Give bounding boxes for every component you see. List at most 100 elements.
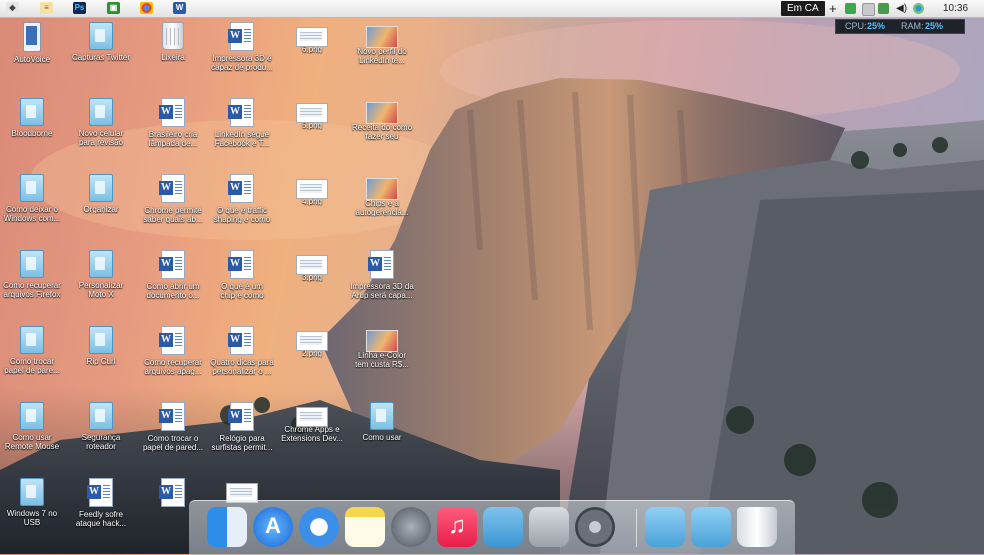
photoshop-app-icon[interactable]: Ps bbox=[73, 2, 86, 14]
greenshot-app-icon[interactable]: ▣ bbox=[107, 2, 120, 14]
desktop-icon[interactable]: 2.png bbox=[280, 326, 344, 358]
desktop-icon-label: Como trocar o papel de pared... bbox=[142, 434, 204, 452]
desktop-icon[interactable]: 5.png bbox=[280, 98, 344, 130]
desktop-icon-label: Quatro dicas para personalizar o ... bbox=[210, 358, 274, 376]
desktop-icon-label: Como recuperar arquivos Firefox bbox=[3, 281, 61, 299]
language-indicator[interactable]: Em CA bbox=[781, 1, 825, 16]
desktop-icon-label: Como abrir um documento o... bbox=[146, 282, 200, 300]
apple-logo-icon[interactable] bbox=[529, 507, 569, 547]
folder-file-icon bbox=[370, 402, 394, 430]
word-file-icon bbox=[228, 326, 254, 355]
word-file-icon bbox=[87, 478, 113, 507]
word-app-icon[interactable]: ◆ bbox=[6, 2, 19, 14]
trash-icon[interactable] bbox=[737, 507, 777, 547]
word-file-icon bbox=[228, 22, 254, 51]
desktop-icon[interactable]: Feedly sofre ataque hack... bbox=[69, 478, 133, 528]
itunes-icon[interactable]: ♫ bbox=[437, 507, 477, 547]
word-document-app-icon[interactable]: W bbox=[173, 2, 186, 14]
desktop-icon[interactable]: Como deixar o Windows com... bbox=[0, 174, 64, 223]
desktop-icon[interactable]: Bloodborne bbox=[0, 98, 64, 138]
finder-icon[interactable] bbox=[207, 507, 247, 547]
desktop-icon-label: Rip Curl bbox=[86, 357, 116, 366]
desktop-icon[interactable]: 6.png bbox=[280, 22, 344, 54]
desktop-icon[interactable]: Relógio para surfistas permit... bbox=[210, 402, 274, 452]
chrome-app-icon[interactable] bbox=[140, 2, 153, 14]
phone-file-icon bbox=[23, 22, 41, 52]
desktop-icon[interactable]: 3.png bbox=[280, 250, 344, 282]
desktop-icon-label: O que é um chip e como bbox=[220, 282, 264, 300]
desktop-icon[interactable]: Como recuperar arquivos Firefox bbox=[0, 250, 64, 299]
desktop-icon-label: Feedly sofre ataque hack... bbox=[75, 510, 127, 528]
desktop-icon-label: Como deixar o Windows com... bbox=[3, 205, 61, 223]
launchpad-rocket-icon[interactable] bbox=[391, 507, 431, 547]
applications-folder-icon[interactable] bbox=[483, 507, 523, 547]
folder-file-icon bbox=[89, 174, 113, 202]
downloads-folder-icon[interactable] bbox=[645, 507, 685, 547]
app-store-icon[interactable]: A bbox=[253, 507, 293, 547]
desktop-icon-label: Linha e-Color tem custa R$... bbox=[355, 351, 409, 369]
thumb-file-icon bbox=[366, 178, 398, 200]
desktop-icon[interactable]: Como abrir um documento o... bbox=[141, 250, 205, 300]
notes-icon[interactable] bbox=[345, 507, 385, 547]
desktop-icon[interactable]: Como trocar o papel de pared... bbox=[141, 402, 205, 452]
desktop-icon[interactable]: Como usar bbox=[350, 402, 414, 442]
cpu-value: 25% bbox=[867, 21, 886, 31]
volume-icon[interactable]: ◀) bbox=[896, 0, 907, 17]
desktop-icon[interactable]: Novo perfil do LinkedIn te... bbox=[350, 22, 414, 65]
desktop-icon[interactable]: O que é traffic shaping e como bbox=[210, 174, 274, 224]
word-file-icon bbox=[228, 174, 254, 203]
desktop-icon[interactable]: Lixeira bbox=[141, 22, 205, 62]
desktop-icon[interactable]: Novo celular para revisão bbox=[69, 98, 133, 147]
desktop-icon[interactable]: Impressora 3D da Arup será capa... bbox=[350, 250, 414, 300]
desktop-icon[interactable]: Chips e a autogerenciá... bbox=[350, 174, 414, 217]
desktop-icon-label: LinkedIn segue Facebook e T... bbox=[214, 130, 270, 148]
word-file-icon bbox=[159, 402, 185, 431]
desktop-icon[interactable]: LinkedIn segue Facebook e T... bbox=[210, 98, 274, 148]
folder-file-icon bbox=[89, 326, 113, 354]
system-preferences-icon[interactable] bbox=[575, 507, 615, 547]
word-file-icon bbox=[368, 250, 394, 279]
desktop-icon[interactable]: Como trocar papel de pare... bbox=[0, 326, 64, 375]
desktop-icon-label: Novo perfil do LinkedIn te... bbox=[357, 47, 407, 65]
desktop-icon[interactable] bbox=[210, 478, 274, 503]
signal-tray-icon[interactable] bbox=[878, 3, 889, 14]
desktop-icon-label: O que é traffic shaping e como bbox=[213, 206, 271, 224]
desktop-icon[interactable]: Rip Curl bbox=[69, 326, 133, 366]
desktop-icon-label: Novo celular para revisão bbox=[78, 129, 124, 147]
desktop-icon[interactable]: Brasileiro cria lâmpada de... bbox=[141, 98, 205, 148]
desktop-icon[interactable]: Segurança roteador bbox=[69, 402, 133, 451]
desktop-icon[interactable]: Capturas Twitter bbox=[69, 22, 133, 62]
folder-file-icon bbox=[20, 98, 44, 126]
notepad-app-icon[interactable]: ≡ bbox=[40, 2, 53, 14]
desktop-icon-label: Receita do como fazer seu Chrom... bbox=[351, 123, 413, 141]
folder-file-icon bbox=[20, 250, 44, 278]
png-file-icon bbox=[296, 407, 328, 427]
desktop-icon[interactable]: Como usar Remote Mouse bbox=[0, 402, 64, 451]
desktop-icon[interactable]: Chrome Apps e Extensions Dev... bbox=[280, 402, 344, 443]
desktop-icon[interactable]: Quatro dicas para personalizar o ... bbox=[210, 326, 274, 376]
desktop-icon[interactable]: Organizar bbox=[69, 174, 133, 214]
desktop-icon-label: Bloodborne bbox=[11, 129, 53, 138]
desktop-icon[interactable]: Linha e-Color tem custa R$... bbox=[350, 326, 414, 369]
battery-tray-icon[interactable] bbox=[862, 3, 875, 16]
safari-icon[interactable] bbox=[299, 507, 339, 547]
desktop-icon[interactable]: 4.png bbox=[280, 174, 344, 206]
desktop-icon[interactable]: Como recuperar arquivos apag... bbox=[141, 326, 205, 376]
desktop-icon[interactable]: Chrome permite saber quais ab... bbox=[141, 174, 205, 224]
desktop-icon[interactable]: Personalizar Moto X bbox=[69, 250, 133, 299]
desktop-icon[interactable]: Receita do como fazer seu Chrom... bbox=[350, 98, 414, 141]
desktop-icon[interactable]: O que é um chip e como bbox=[210, 250, 274, 300]
thumb-file-icon bbox=[366, 26, 398, 48]
png-file-icon bbox=[296, 255, 328, 275]
globe-tray-icon[interactable] bbox=[913, 3, 924, 14]
desktop-icon[interactable]: Impressora 3D é capaz de produ... bbox=[210, 22, 274, 72]
network-tray-icon[interactable] bbox=[845, 3, 856, 14]
clock[interactable]: 10:36 bbox=[943, 0, 968, 17]
desktop-icon[interactable]: AutoVoice bbox=[0, 22, 64, 64]
folder-file-icon bbox=[20, 326, 44, 354]
dock: A ♫ bbox=[189, 500, 795, 555]
desktop-icon[interactable]: Windows 7 no USB bbox=[0, 478, 64, 527]
documents-folder-icon[interactable] bbox=[691, 507, 731, 547]
add-icon[interactable]: + bbox=[829, 0, 837, 17]
folder-file-icon bbox=[89, 402, 113, 430]
